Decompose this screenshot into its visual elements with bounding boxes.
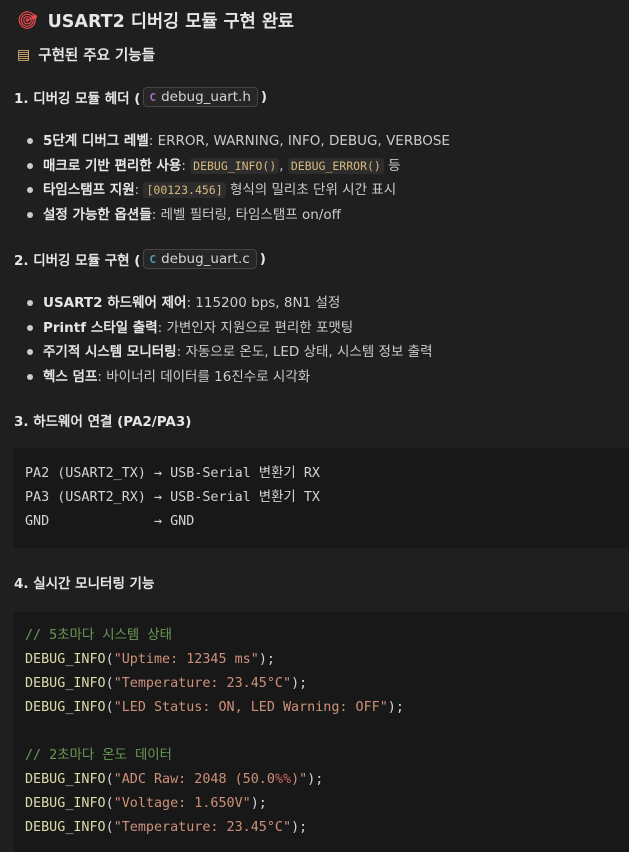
code-line: DEBUG_INFO("ADC Raw: 2048 (50.0%%)"); [25,772,324,787]
memo-icon: ▤ [17,46,31,63]
code-comment: // 5초마다 시스템 상태 [25,628,172,643]
list-item: 헥스 덤프: 바이너리 데이터를 16진수로 시각화 [24,366,624,391]
code-line: GND → GND [25,514,195,529]
code-line: PA2 (USART2_TX) → USB-Serial 변환기 RX [25,466,320,481]
list-item: 5단계 디버그 레벨: ERROR, WARNING, INFO, DEBUG,… [24,130,624,155]
inline-code: DEBUG_INFO() [190,157,280,174]
code-line: PA3 (USART2_RX) → USB-Serial 변환기 TX [25,490,320,505]
file-link-debug-uart-c[interactable]: C debug_uart.c [143,249,257,269]
code-block-monitoring: // 5초마다 시스템 상태 DEBUG_INFO("Uptime: 12345… [14,612,629,852]
page-title: 🎯︎ USART2 디버깅 모듈 구현 완료 [17,8,294,33]
section-2-heading-text: 2. 디버깅 모듈 구현 ( [14,253,141,269]
code-comment: // 2초마다 온도 데이터 [25,748,172,763]
section-3-heading-text: 3. 하드웨어 연결 (PA2/PA3) [14,414,192,430]
list-item: USART2 하드웨어 제어: 115200 bps, 8N1 설정 [24,292,624,317]
features-heading: ▤ 구현된 주요 기능들 [17,44,155,65]
code-line: DEBUG_INFO("LED Status: ON, LED Warning:… [25,700,404,715]
code-block-wiring: PA2 (USART2_TX) → USB-Serial 변환기 RX PA3 … [14,448,629,548]
c-source-icon: C [149,252,157,266]
file-name: debug_uart.h [161,89,251,105]
section-2-heading-suffix: ) [259,251,266,267]
code-line: DEBUG_INFO("Temperature: 23.45°C"); [25,820,308,835]
list-item: 매크로 기반 편리한 사용: DEBUG_INFO(), DEBUG_ERROR… [24,155,624,180]
list-item: 타임스탬프 지원: [00123.456] 형식의 밀리초 단위 시간 표시 [24,179,624,204]
target-icon: 🎯︎ [17,10,39,31]
code-line: DEBUG_INFO("Uptime: 12345 ms"); [25,652,275,667]
section-1-heading-suffix: ) [260,89,268,105]
inline-code: DEBUG_ERROR() [287,157,384,174]
section-1-heading-text: 1. 디버깅 모듈 헤더 ( [14,91,141,107]
section-2-list: USART2 하드웨어 제어: 115200 bps, 8N1 설정 Print… [24,292,624,390]
code-line: DEBUG_INFO("Temperature: 23.45°C"); [25,676,308,691]
file-link-debug-uart-h[interactable]: C debug_uart.h [143,87,258,107]
page-title-text: USART2 디버깅 모듈 구현 완료 [47,12,295,32]
section-4-heading: 4. 실시간 모니터링 기능 [14,572,154,592]
file-name: debug_uart.c [161,251,250,267]
list-item: Printf 스타일 출력: 가변인자 지원으로 편리한 포맷팅 [24,317,624,342]
section-4-heading-text: 4. 실시간 모니터링 기능 [14,576,155,592]
list-item: 주기적 시스템 모니터링: 자동으로 온도, LED 상태, 시스템 정보 출력 [24,341,624,366]
list-item: 설정 가능한 옵션들: 레벨 필터링, 타임스탬프 on/off [24,204,624,229]
features-heading-text: 구현된 주요 기능들 [38,48,156,64]
c-header-icon: C [149,90,157,104]
code-line: DEBUG_INFO("Voltage: 1.650V"); [25,796,267,811]
inline-code: [00123.456] [143,182,226,198]
section-1-heading: 1. 디버깅 모듈 헤더 ( C debug_uart.h ) [14,87,267,107]
section-2-heading: 2. 디버깅 모듈 구현 ( C debug_uart.c ) [14,249,266,269]
section-3-heading: 3. 하드웨어 연결 (PA2/PA3) [14,410,191,430]
section-1-list: 5단계 디버그 레벨: ERROR, WARNING, INFO, DEBUG,… [24,130,624,228]
